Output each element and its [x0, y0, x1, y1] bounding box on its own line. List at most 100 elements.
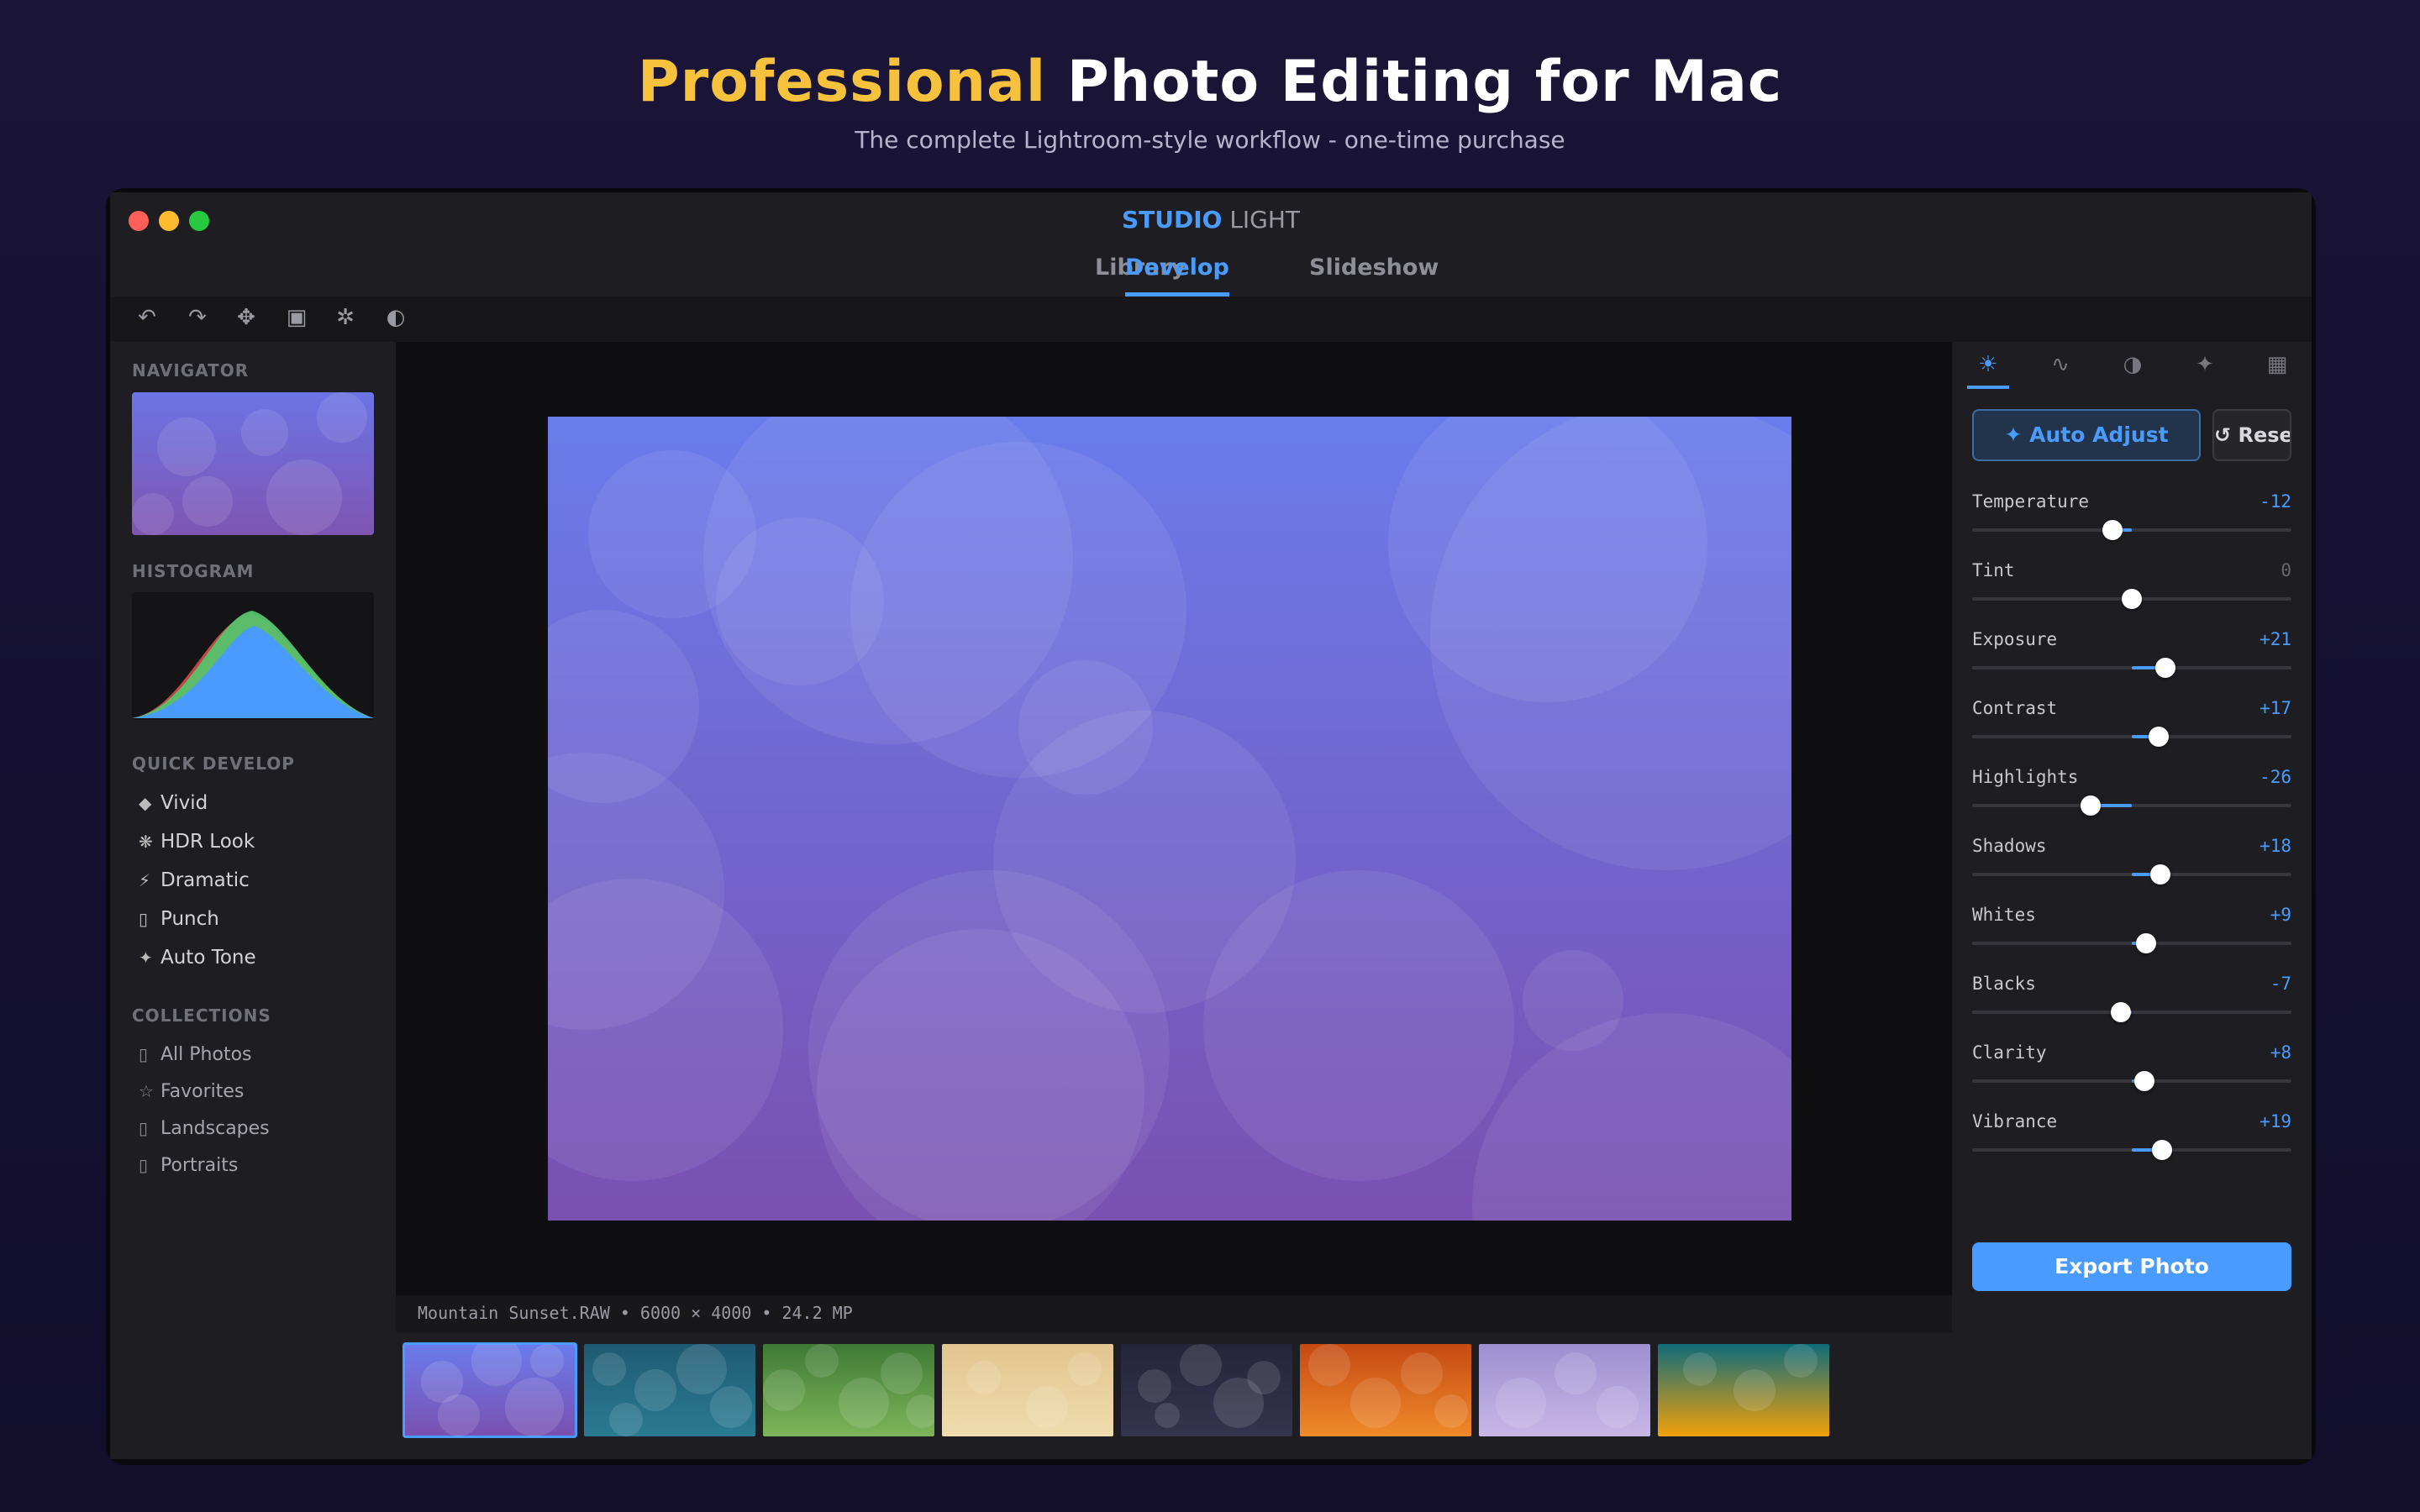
filmstrip-thumb[interactable] [1300, 1344, 1471, 1436]
hero-subtitle: The complete Lightroom-style workflow - … [855, 126, 1565, 154]
slider-track[interactable] [1972, 589, 2291, 609]
slider-value: +9 [2270, 905, 2291, 925]
histogram-graph [132, 611, 374, 718]
slider-shadows: Shadows +18 [1972, 836, 2291, 895]
left-panel: NAVIGATOR HISTOGRAM QUICK DEVELOP ◆ Vivid… [110, 342, 396, 1459]
slider-label: Shadows [1972, 836, 2047, 856]
navigator-label: NAVIGATOR [132, 360, 250, 381]
slider-track[interactable] [1972, 933, 2291, 953]
photo-info-bar: Mountain Sunset.RAW • 6000 × 4000 • 24.2… [396, 1295, 1952, 1332]
slider-clarity: Clarity +8 [1972, 1042, 2291, 1101]
filmstrip-thumb[interactable] [1121, 1344, 1292, 1436]
collection-favorites[interactable]: ☆ Favorites [139, 1081, 244, 1102]
slider-handle[interactable] [2110, 1002, 2131, 1022]
slider-value: +19 [2260, 1111, 2291, 1131]
toolbar: ↶ ↷ ✥ ▣ ✲ ◐ [110, 297, 2312, 342]
sun-icon[interactable]: ☀ [1967, 352, 2009, 389]
slider-whites: Whites +9 [1972, 905, 2291, 963]
slider-handle[interactable] [2150, 864, 2171, 885]
tab-slideshow[interactable]: Slideshow [1309, 255, 1439, 292]
slider-handle[interactable] [2136, 933, 2157, 953]
slider-value: 0 [2281, 560, 2291, 580]
spot-heal-icon[interactable]: ✲ [329, 305, 362, 330]
contrast-icon[interactable]: ◑ [2112, 352, 2154, 386]
slider-track[interactable] [1972, 1071, 2291, 1091]
slider-contrast: Contrast +17 [1972, 698, 2291, 757]
slider-track[interactable] [1972, 795, 2291, 816]
navigator-preview[interactable] [132, 392, 374, 535]
slider-highlights: Highlights -26 [1972, 767, 2291, 826]
slider-handle[interactable] [2122, 589, 2142, 609]
effects-icon[interactable]: ✦ [2184, 352, 2226, 386]
module-tabs: Library Develop Slideshow [110, 248, 2312, 297]
redo-icon[interactable]: ↷ [181, 305, 214, 330]
move-icon[interactable]: ✥ [229, 305, 263, 330]
preset-auto-tone[interactable]: ✦ Auto Tone [139, 947, 256, 969]
slider-handle[interactable] [2152, 1140, 2173, 1160]
filmstrip-thumb[interactable] [763, 1344, 934, 1436]
slider-label: Highlights [1972, 767, 2079, 787]
slider-handle[interactable] [2149, 727, 2170, 747]
slider-track[interactable] [1972, 1002, 2291, 1022]
undo-icon[interactable]: ↶ [130, 305, 164, 330]
slider-value: +8 [2270, 1042, 2291, 1063]
slider-handle[interactable] [2102, 520, 2123, 540]
preset-hdr-look[interactable]: ❋ HDR Look [139, 831, 255, 853]
slider-label: Blacks [1972, 974, 2036, 994]
collection-landscapes[interactable]: ▯ Landscapes [139, 1118, 270, 1139]
tab-develop[interactable]: Develop [1125, 255, 1229, 297]
slider-value: -26 [2260, 767, 2291, 787]
reset-button[interactable]: ↺ Reset [2212, 409, 2291, 461]
slider-track[interactable] [1972, 520, 2291, 540]
mask-icon[interactable]: ◐ [379, 305, 413, 330]
photo-info: Mountain Sunset.RAW • 6000 × 4000 • 24.2… [418, 1303, 853, 1323]
app-window: STUDIO LIGHT Library Develop Slideshow ↶… [106, 188, 2316, 1465]
histogram-label: HISTOGRAM [132, 561, 255, 581]
filmstrip-thumb[interactable] [402, 1342, 577, 1438]
slider-track[interactable] [1972, 727, 2291, 747]
hero-title-accent: Professional [637, 49, 1047, 115]
slider-value: +18 [2260, 836, 2291, 856]
box-icon: ▯ [139, 1118, 149, 1138]
filmstrip-thumb[interactable] [942, 1344, 1113, 1436]
slider-exposure: Exposure +21 [1972, 629, 2291, 688]
slider-value: +21 [2260, 629, 2291, 649]
slider-track[interactable] [1972, 864, 2291, 885]
slider-tint: Tint 0 [1972, 560, 2291, 619]
filmstrip-thumb[interactable] [584, 1344, 755, 1436]
preset-dramatic[interactable]: ⚡ Dramatic [139, 869, 250, 891]
crop-icon[interactable]: ▣ [280, 305, 313, 330]
filmstrip-thumb[interactable] [1479, 1344, 1650, 1436]
slider-label: Contrast [1972, 698, 2058, 718]
slider-track[interactable] [1972, 658, 2291, 678]
collection-portraits[interactable]: ▯ Portraits [139, 1155, 238, 1176]
preset-vivid[interactable]: ◆ Vivid [139, 792, 208, 814]
collection-all-photos[interactable]: ▯ All Photos [139, 1044, 252, 1065]
preset-punch[interactable]: ▯ Punch [139, 908, 219, 930]
slider-handle[interactable] [2080, 795, 2101, 816]
filmstrip [396, 1332, 1952, 1459]
slider-track[interactable] [1972, 1140, 2291, 1160]
app-title: STUDIO LIGHT [110, 206, 2312, 234]
grid-icon[interactable]: ▦ [2256, 352, 2298, 386]
export-photo-button[interactable]: Export Photo [1972, 1242, 2291, 1291]
diamond-icon: ◆ [139, 793, 152, 813]
photo-canvas[interactable] [396, 342, 1952, 1295]
filmstrip-thumb[interactable] [1658, 1344, 1829, 1436]
auto-adjust-button[interactable]: ✦ Auto Adjust [1972, 409, 2201, 461]
right-panel: ☀ ∿ ◑ ✦ ▦ ✦ Auto Adjust ↺ Reset Temperat… [1952, 342, 2312, 1459]
slider-label: Tint [1972, 560, 2015, 580]
app-title-bold: STUDIO [1121, 206, 1223, 234]
curve-icon[interactable]: ∿ [2039, 352, 2081, 386]
slider-label: Temperature [1972, 491, 2090, 512]
slider-vibrance: Vibrance +19 [1972, 1111, 2291, 1170]
slider-handle[interactable] [2134, 1071, 2155, 1091]
histogram [132, 592, 374, 720]
slider-handle[interactable] [2154, 658, 2175, 678]
title-bar: STUDIO LIGHT [110, 192, 2312, 248]
slider-value: -12 [2260, 491, 2291, 512]
photo-preview[interactable] [548, 417, 1791, 1221]
snowflake-icon: ❋ [139, 832, 153, 852]
slider-value: +17 [2260, 698, 2291, 718]
quick-develop-label: QUICK DEVELOP [132, 753, 295, 774]
